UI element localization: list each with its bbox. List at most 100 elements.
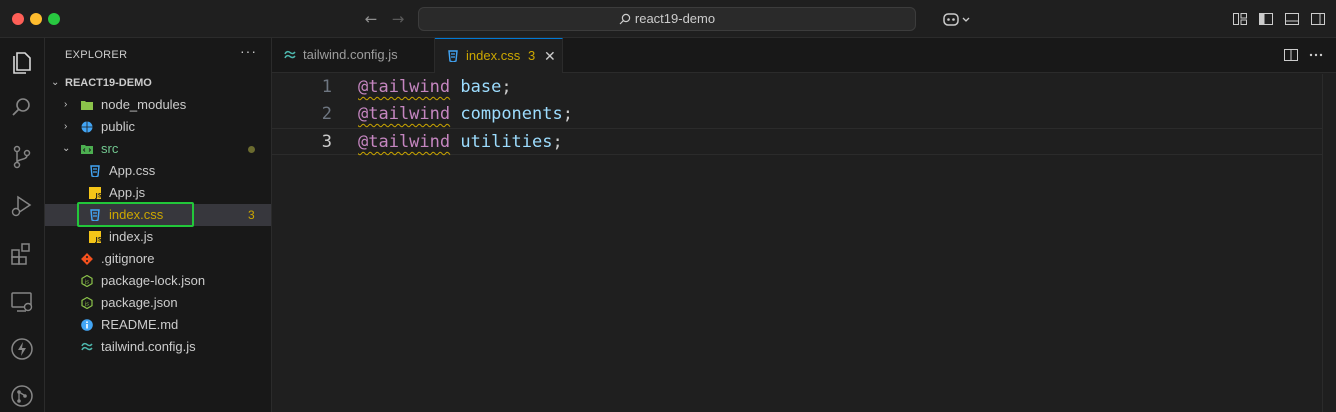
code-editor[interactable]: 1 @tailwind base; 2 @tailwind components… [272,74,1322,155]
at-rule-argument: utilities [460,132,553,152]
code-line: 1 @tailwind base; [272,74,1322,101]
problems-count-badge: 3 [248,208,255,222]
toggle-secondary-sidebar-icon[interactable] [1310,11,1326,27]
info-file-icon [81,319,93,331]
run-debug-icon[interactable] [8,192,36,220]
tailwind-file-icon [81,342,93,351]
editor-scrollbar[interactable] [1322,74,1336,412]
git-graph-icon[interactable] [8,382,36,410]
search-icon[interactable] [8,94,36,122]
at-rule-keyword: @tailwind [358,77,451,97]
at-rule-keyword: @tailwind [358,132,451,152]
tree-item-gitignore[interactable]: .gitignore [45,248,271,270]
go-back-button[interactable]: ← [362,9,380,29]
minimize-window-button[interactable] [30,13,42,25]
tree-item-label: node_modules [101,97,187,112]
svg-text:js: js [84,279,90,285]
npm-file-icon: js [81,275,93,287]
tree-item-src[interactable]: ⌄ src [45,138,271,160]
line-number: 1 [321,77,332,97]
at-rule-argument: base [460,77,502,97]
npm-file-icon: js [81,297,93,309]
tree-item-node-modules[interactable]: › node_modules [45,94,271,116]
tailwind-file-icon [284,50,296,59]
explorer-title: EXPLORER [65,49,128,61]
semicolon: ; [562,104,573,124]
source-control-icon[interactable] [8,143,36,171]
tree-item-label: README.md [101,317,179,332]
css-file-icon [90,165,100,177]
line-number: 3 [321,132,332,152]
chevron-right-icon: › [64,99,68,110]
git-file-icon [81,253,93,265]
tab-label: tailwind.config.js [303,47,398,62]
editor-tab-bar: tailwind.config.js index.css 3 ✕ [272,38,1336,73]
explorer-more-actions-button[interactable]: ··· [240,43,257,59]
tree-item-readme-md[interactable]: README.md [45,314,271,336]
tree-item-package-json[interactable]: js package.json [45,292,271,314]
tree-item-tailwind-config-js[interactable]: tailwind.config.js [45,336,271,358]
tree-item-label: .gitignore [101,251,155,266]
tab-label: index.css [466,48,521,63]
command-center-search[interactable]: react19-demo [418,7,916,31]
more-actions-icon[interactable] [1308,47,1324,63]
semicolon: ; [501,77,512,97]
tree-item-label: src [101,141,119,156]
line-source: @tailwind base; [358,74,512,101]
code-line: 2 @tailwind components; [272,101,1322,128]
css-file-icon [448,50,458,62]
tree-item-label: package-lock.json [101,273,206,288]
tab-close-button[interactable]: ✕ [544,39,556,73]
explorer-root-label: REACT19-DEMO [65,77,152,89]
copilot-icon[interactable] [942,10,972,28]
toggle-primary-sidebar-icon[interactable] [1258,11,1274,27]
tree-item-label: index.js [109,229,154,244]
split-editor-icon[interactable] [1283,47,1299,63]
tab-index-css[interactable]: index.css 3 ✕ [435,38,563,73]
tree-item-public[interactable]: › public [45,116,271,138]
svg-text:JS: JS [95,193,102,200]
svg-text:JS: JS [95,237,102,244]
js-file-icon: JS [89,231,101,243]
code-line-current: 3 @tailwind utilities; [272,128,1322,155]
js-file-icon: JS [89,187,101,199]
line-source: @tailwind utilities; [358,129,563,156]
toggle-panel-icon[interactable] [1284,11,1300,27]
at-rule-keyword: @tailwind [358,104,451,124]
extensions-icon[interactable] [8,240,36,268]
svg-text:js: js [84,301,90,307]
explorer-root-folder[interactable]: ⌄ REACT19-DEMO [45,72,271,94]
thunder-client-icon[interactable] [8,335,36,363]
semicolon: ; [552,132,563,152]
tree-item-app-js[interactable]: JS App.js [45,182,271,204]
tab-tailwind-config-js[interactable]: tailwind.config.js [272,38,435,73]
explorer-icon[interactable] [8,48,36,76]
globe-folder-icon [81,121,93,133]
modified-dot-icon [248,146,255,153]
at-rule-argument: components [460,104,563,124]
tree-item-label: App.css [109,163,156,178]
close-window-button[interactable] [12,13,24,25]
go-forward-button[interactable]: → [389,9,407,29]
command-center-label: react19-demo [634,11,716,26]
search-icon [619,13,631,25]
remote-explorer-icon[interactable] [8,288,36,316]
customize-layout-icon[interactable] [1232,11,1248,27]
tree-item-label: public [101,119,135,134]
tree-item-app-css[interactable]: App.css [45,160,271,182]
title-bar: ← → react19-demo [0,0,1336,38]
folder-icon [81,101,93,110]
tree-item-index-js[interactable]: JS index.js [45,226,271,248]
src-folder-icon [81,145,93,154]
maximize-window-button[interactable] [48,13,60,25]
line-number: 2 [321,104,332,124]
editor-area: tailwind.config.js index.css 3 ✕ 1 @tail… [272,38,1336,412]
chevron-down-icon: ⌄ [51,77,60,88]
chevron-right-icon: › [64,121,68,132]
line-source: @tailwind components; [358,101,573,128]
tree-item-label: tailwind.config.js [101,339,196,354]
activity-bar [0,38,45,412]
selection-highlight-box [77,202,194,227]
tree-item-package-lock-json[interactable]: js package-lock.json [45,270,271,292]
tab-problems-badge: 3 [528,48,536,63]
